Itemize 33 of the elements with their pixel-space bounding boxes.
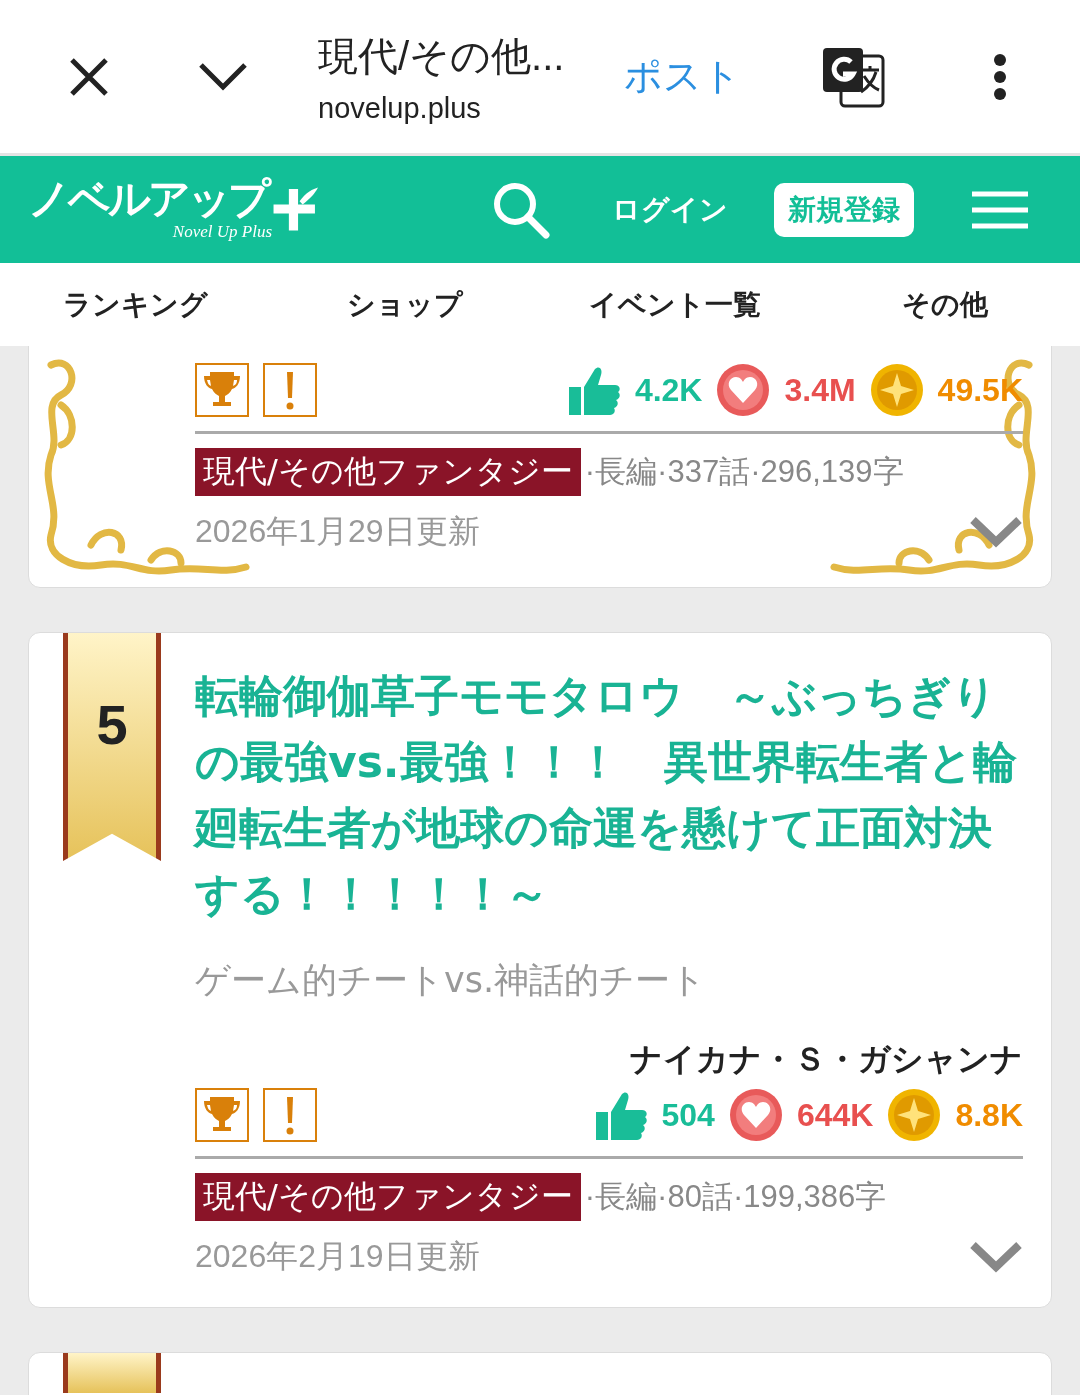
chevron-down-icon[interactable] bbox=[198, 61, 248, 92]
updated-date: 2026年1月29日更新 bbox=[195, 512, 480, 551]
heart-count: 3.4M bbox=[784, 371, 856, 409]
like-count: 504 bbox=[661, 1096, 715, 1134]
author-name[interactable]: ナイカナ・Ｓ・ガシャンナ bbox=[195, 1038, 1023, 1082]
exclamation-icon bbox=[263, 1088, 317, 1142]
work-meta: ·長編·80話·199,386字 bbox=[584, 1178, 887, 1216]
work-catchphrase: ゲーム的チートvs.神話的チート bbox=[195, 959, 708, 1002]
more-icon[interactable] bbox=[993, 52, 1007, 101]
star-coin-icon bbox=[887, 1088, 942, 1142]
trophy-icon bbox=[195, 363, 249, 417]
heart-coin-icon bbox=[716, 363, 771, 417]
nav-item[interactable]: その他 bbox=[810, 285, 1080, 324]
translate-icon[interactable] bbox=[821, 45, 885, 108]
genre-tag[interactable]: 現代/その他ファンタジー bbox=[195, 1173, 581, 1221]
nav-item[interactable]: ショップ bbox=[270, 285, 540, 324]
genre-tag[interactable]: 現代/その他ファンタジー bbox=[195, 448, 581, 496]
close-icon[interactable] bbox=[68, 55, 110, 98]
trophy-icon bbox=[195, 1088, 249, 1142]
nav-item[interactable]: イベント一覧 bbox=[540, 285, 810, 324]
exclamation-icon bbox=[263, 363, 317, 417]
work-meta: ·長編·337話·296,139字 bbox=[584, 453, 904, 491]
like-count: 4.2K bbox=[634, 371, 703, 409]
star-coin-icon bbox=[869, 363, 924, 417]
nav-item[interactable]: ランキング bbox=[0, 285, 270, 324]
logo-subtitle: Novel Up Plus bbox=[172, 222, 272, 243]
rank-number: 5 bbox=[96, 697, 128, 758]
heart-coin-icon bbox=[728, 1088, 783, 1142]
page-title: 現代/その他... bbox=[318, 32, 566, 80]
updated-date: 2026年2月19日更新 bbox=[195, 1237, 480, 1276]
star-count: 8.8K bbox=[955, 1096, 1023, 1134]
heart-count: 644K bbox=[796, 1096, 874, 1134]
page-url: novelup.plus bbox=[318, 91, 482, 125]
